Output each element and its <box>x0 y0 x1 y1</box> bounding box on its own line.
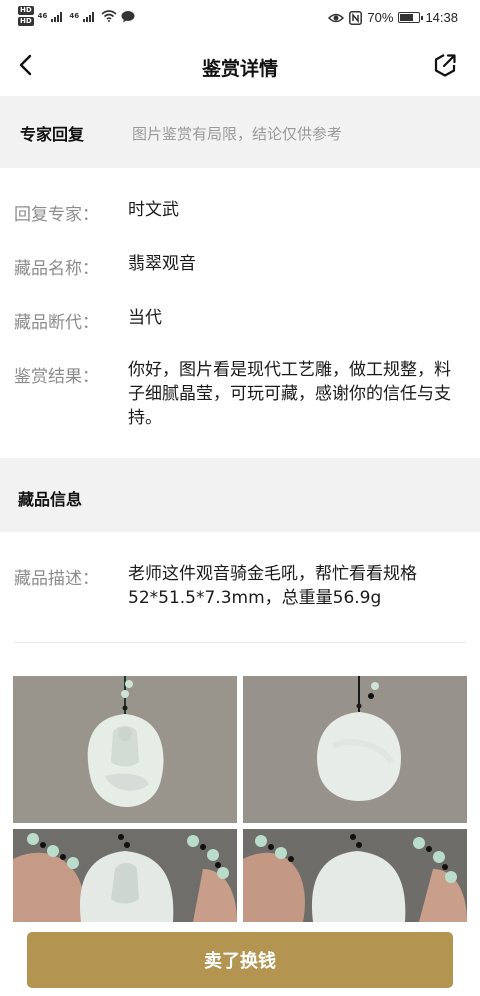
photo-front[interactable] <box>13 676 237 823</box>
nav-bar: 鉴赏详情 <box>0 36 480 96</box>
nfc-icon <box>349 10 363 25</box>
battery-icon <box>398 12 424 23</box>
expert-label: 回复专家： <box>14 205 99 225</box>
status-bar: HD HD 46 46 70% 14:38 <box>0 0 480 36</box>
result-value: 你好，图片看是现代工艺雕，做工规整，料子细腻晶莹，可玩可藏，感谢你的信任与支持。 <box>128 360 451 428</box>
signal-icon <box>51 12 63 22</box>
status-right: 70% 14:38 <box>328 10 458 25</box>
network-type-2: 46 <box>69 12 80 20</box>
item-name-value: 翡翠观音 <box>128 254 196 274</box>
description-value: 老师这件观音骑金毛吼，帮忙看看规格52*51.5*7.3mm，总重量56.9g <box>128 564 417 608</box>
era-label: 藏品断代： <box>14 313 99 333</box>
collection-info-title: 藏品信息 <box>18 490 83 509</box>
chat-bubble-icon <box>121 10 135 22</box>
eye-comfort-icon <box>328 13 345 22</box>
collection-info-header: 藏品信息 <box>0 458 480 532</box>
bottom-action-bar: 卖了换钱 <box>0 922 480 996</box>
expert-value: 时文武 <box>128 200 179 220</box>
photo-back[interactable] <box>243 676 467 823</box>
hd-badge-bottom: HD <box>18 17 34 26</box>
signal-icon <box>83 12 95 22</box>
item-name-label: 藏品名称： <box>14 259 99 279</box>
era-value: 当代 <box>128 308 162 328</box>
expert-reply-title: 专家回复 <box>20 125 85 144</box>
network-type-1: 46 <box>37 12 48 20</box>
status-left: HD HD 46 46 <box>18 6 135 26</box>
hd-badge-top: HD <box>18 6 34 15</box>
sell-button[interactable]: 卖了换钱 <box>27 932 453 988</box>
share-icon[interactable] <box>432 52 458 78</box>
clock: 14:38 <box>425 10 458 25</box>
hd-indicators: HD HD <box>18 6 34 26</box>
wifi-icon <box>101 10 117 22</box>
divider <box>14 642 466 643</box>
battery-percent: 70% <box>367 10 394 25</box>
description-label: 藏品描述： <box>14 569 99 589</box>
disclaimer-note: 图片鉴赏有局限，结论仅供参考 <box>132 125 343 143</box>
result-label: 鉴赏结果： <box>14 367 99 387</box>
expert-reply-header: 专家回复 图片鉴赏有局限，结论仅供参考 <box>0 96 480 168</box>
photo-back-in-hand[interactable] <box>243 829 467 922</box>
page-title: 鉴赏详情 <box>201 58 278 80</box>
photo-front-in-hand[interactable] <box>13 829 237 922</box>
